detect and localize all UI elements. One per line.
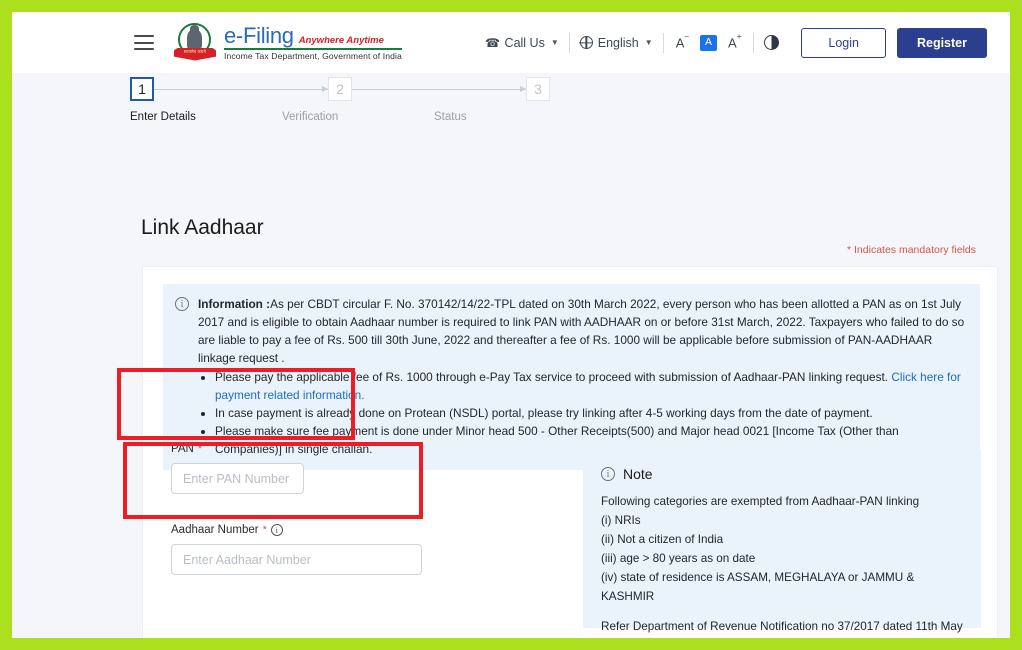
note-item: (i) NRIs (601, 513, 641, 527)
aadhaar-label: Aadhaar Number * i (171, 524, 571, 536)
page-title: Link Aadhaar (141, 216, 264, 239)
information-text: Information :As per CBDT circular F. No.… (198, 295, 968, 458)
information-heading: Information : (198, 297, 271, 311)
required-marker: * (262, 524, 267, 536)
brand-subtitle: Income Tax Department, Government of Ind… (224, 50, 402, 61)
emblem-ribbon-text: सत्यमेव जयते (183, 48, 207, 54)
step-2-label: Verification (282, 111, 339, 123)
info-icon: i (601, 467, 615, 481)
contrast-toggle[interactable] (754, 35, 789, 50)
register-button[interactable]: Register (896, 27, 987, 58)
pan-label: PAN * (171, 443, 203, 455)
form-fields: PAN * Aadhaar Number * i (171, 443, 571, 575)
hamburger-menu-icon[interactable] (134, 35, 154, 50)
step-connector (154, 85, 328, 92)
call-us-menu[interactable]: ☎ Call Us ▼ (475, 36, 569, 50)
font-size-controls: A− A A+ (664, 32, 754, 51)
note-title: Note (623, 466, 653, 482)
information-intro: As per CBDT circular F. No. 370142/14/22… (198, 297, 965, 366)
note-item: (iii) age > 80 years as on date (601, 551, 756, 565)
progress-stepper: 1 2 3 Enter Details Verification Status (130, 77, 550, 123)
aadhaar-field-group: Aadhaar Number * i (171, 524, 571, 575)
info-icon[interactable]: i (270, 524, 283, 536)
mandatory-fields-note: * Indicates mandatory fields (847, 244, 976, 256)
chevron-down-icon: ▼ (550, 38, 559, 47)
required-marker: * (197, 443, 203, 455)
step-2-indicator[interactable]: 2 (328, 77, 352, 101)
font-normal-button[interactable]: A (700, 34, 718, 51)
brand-logo[interactable]: e-Filing Anywhere Anytime Income Tax Dep… (224, 22, 402, 61)
india-emblem-logo: सत्यमेव जयते (174, 22, 216, 64)
font-decrease-button[interactable]: A− (676, 32, 689, 49)
list-item: In case payment is already done on Prote… (215, 404, 968, 422)
info-icon: i (175, 297, 189, 311)
brand-name: e-Filing (224, 22, 294, 48)
aadhaar-number-input[interactable] (171, 544, 422, 575)
note-panel: i Note Following categories are exempted… (583, 450, 981, 633)
language-label: English (597, 35, 639, 50)
language-selector[interactable]: English ▼ (570, 36, 663, 50)
login-button[interactable]: Login (801, 27, 886, 58)
header-actions: ☎ Call Us ▼ English ▼ A− A A+ Login Regi… (475, 27, 987, 58)
call-us-label: Call Us (504, 35, 545, 50)
note-intro: Following categories are exempted from A… (601, 495, 920, 508)
step-connector (352, 85, 526, 92)
step-3-label: Status (434, 111, 467, 123)
note-item: (ii) Not a citizen of India (601, 532, 724, 546)
site-header: सत्यमेव जयते e-Filing Anywhere Anytime I… (12, 12, 1010, 73)
note-header: i Note (601, 466, 963, 482)
font-increase-button[interactable]: A+ (728, 32, 741, 49)
form-card: i Information :As per CBDT circular F. N… (142, 266, 998, 638)
chevron-down-icon: ▼ (644, 38, 653, 47)
note-footer: Refer Department of Revenue Notification… (601, 619, 963, 633)
brand-tagline: Anywhere Anytime (298, 34, 384, 46)
list-item: Please pay the applicable fee of Rs. 100… (215, 368, 968, 404)
globe-icon (579, 36, 593, 49)
step-1-indicator[interactable]: 1 (130, 77, 154, 101)
pan-input[interactable] (171, 463, 304, 494)
pan-field-group: PAN * (171, 443, 571, 494)
step-1-label: Enter Details (130, 111, 196, 123)
note-item: (iv) state of residence is ASSAM, MEGHAL… (601, 570, 915, 603)
note-content: Following categories are exempted from A… (601, 493, 963, 638)
phone-icon: ☎ (484, 35, 500, 50)
step-3-indicator[interactable]: 3 (526, 77, 550, 101)
page-content: 1 2 3 Enter Details Verification Status … (12, 73, 1010, 638)
contrast-icon (764, 35, 780, 50)
